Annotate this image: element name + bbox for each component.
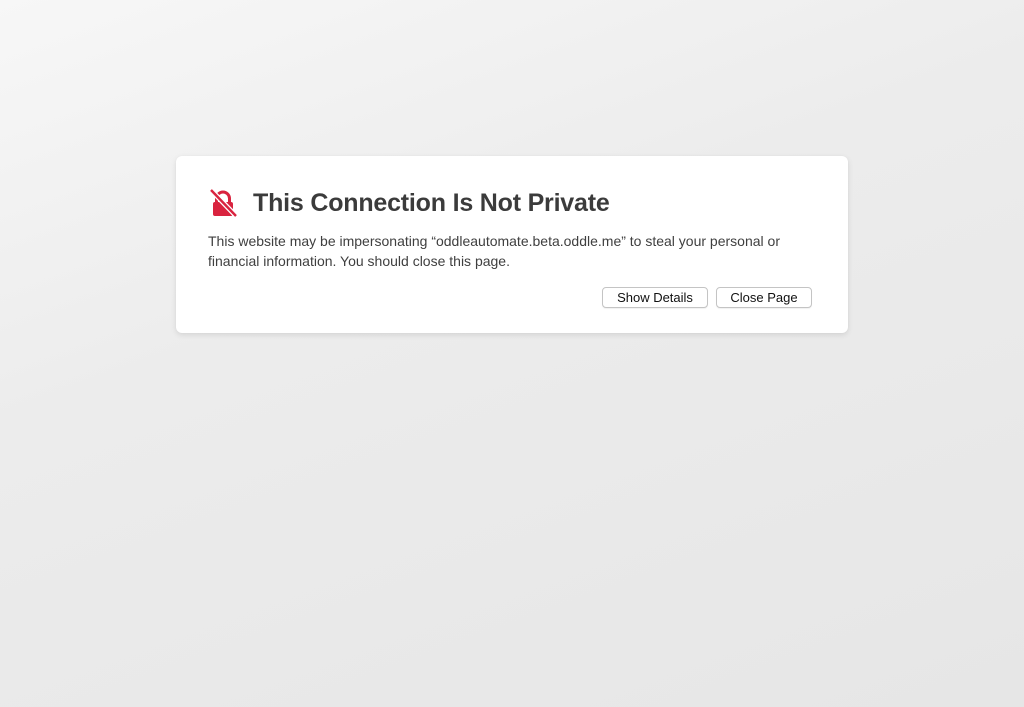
warning-message: This website may be impersonating “oddle… (208, 233, 780, 269)
show-details-button[interactable]: Show Details (602, 287, 708, 308)
title-row: This Connection Is Not Private (208, 186, 610, 220)
button-bar: Show Details Close Page (594, 287, 812, 308)
lock-slash-icon (208, 188, 238, 218)
warning-dialog: This Connection Is Not Private This webs… (176, 156, 848, 333)
page-title: This Connection Is Not Private (253, 188, 610, 217)
close-page-button[interactable]: Close Page (716, 287, 812, 308)
